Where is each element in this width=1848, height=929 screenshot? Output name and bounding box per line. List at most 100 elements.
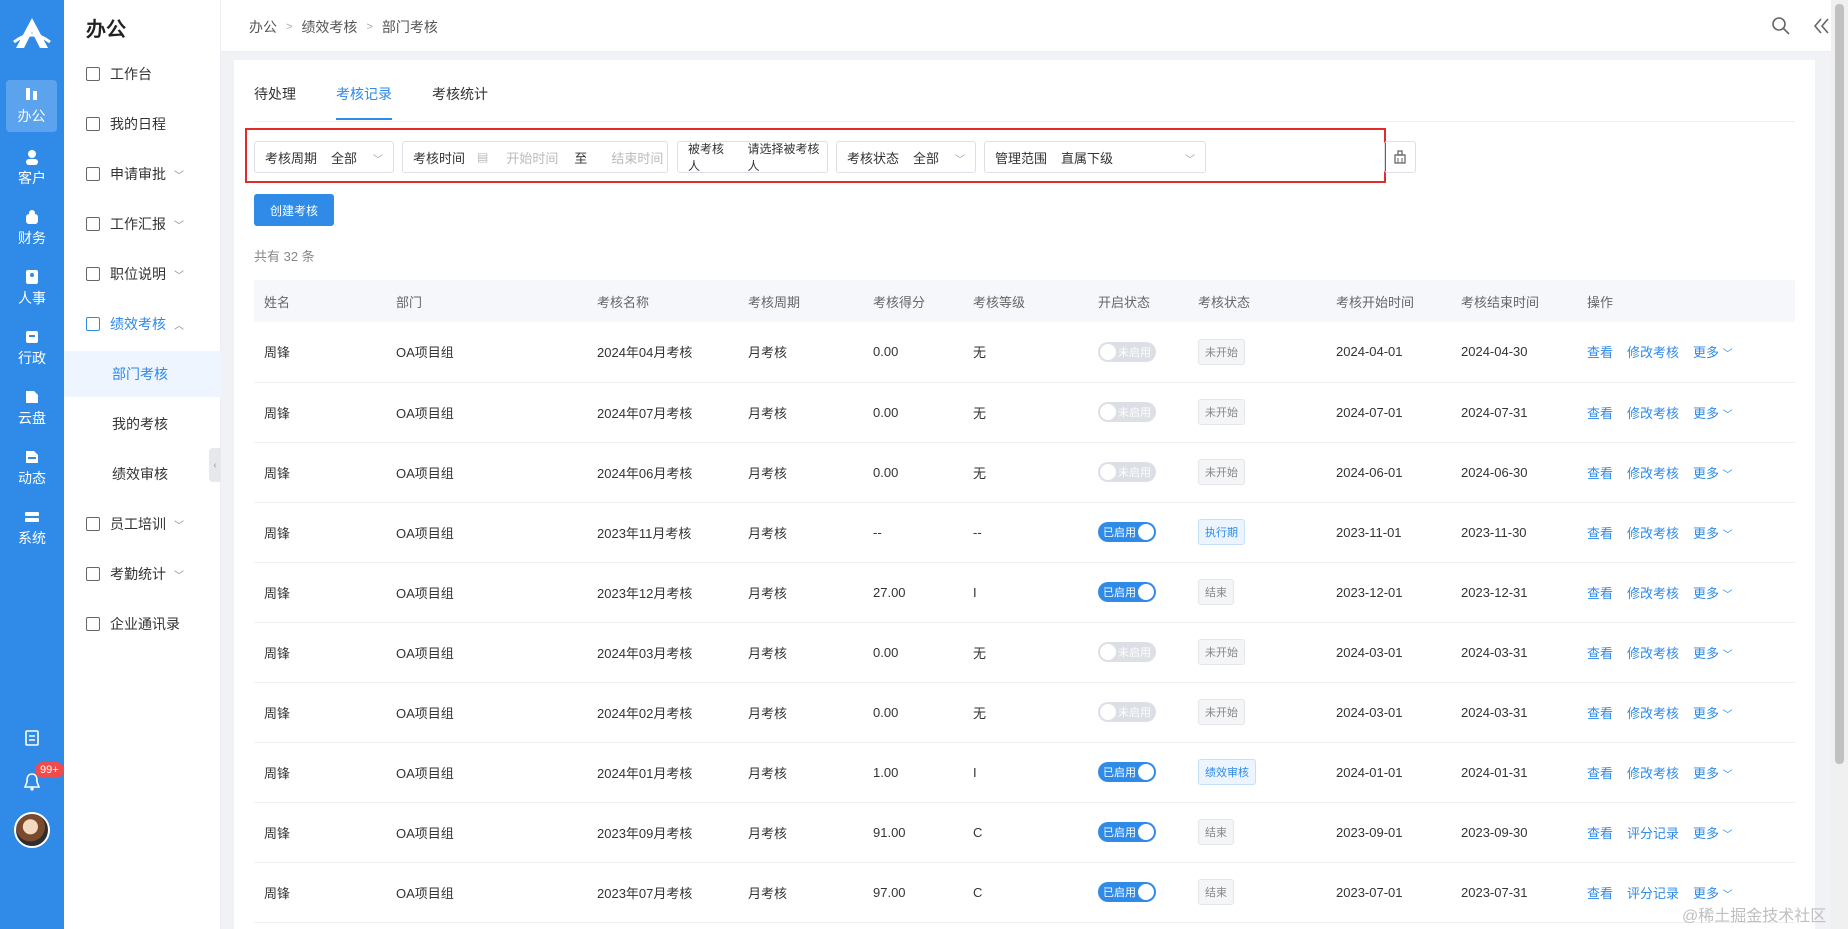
rail-item-finance[interactable]: 财务 bbox=[0, 200, 64, 256]
edit-link[interactable]: 修改考核 bbox=[1627, 766, 1679, 781]
status-select[interactable]: 考核状态 全部 ﹀ bbox=[836, 141, 976, 173]
chevron-down-icon: ﹀ bbox=[1722, 409, 1733, 421]
sidebar-item-workbench[interactable]: 工作台 bbox=[64, 51, 221, 97]
create-assessment-button[interactable]: 创建考核 bbox=[254, 194, 334, 226]
more-label: 更多 bbox=[1693, 525, 1720, 541]
view-link[interactable]: 查看 bbox=[1587, 586, 1613, 601]
rail-item-customer[interactable]: 客户 bbox=[0, 140, 64, 196]
sidebar-item-training[interactable]: 员工培训 ﹀ bbox=[64, 501, 221, 547]
cell-enabled: 未启用 bbox=[1088, 442, 1188, 503]
view-link[interactable]: 查看 bbox=[1587, 526, 1613, 541]
enable-toggle[interactable]: 已启用 bbox=[1098, 762, 1156, 782]
more-dropdown[interactable]: 更多 ﹀ bbox=[1693, 345, 1733, 360]
sidebar-item-performance[interactable]: 绩效考核 ︿ bbox=[64, 301, 221, 347]
edit-link[interactable]: 修改考核 bbox=[1627, 526, 1679, 541]
more-dropdown[interactable]: 更多 ﹀ bbox=[1693, 826, 1733, 841]
breadcrumb-item[interactable]: 办公 bbox=[249, 17, 277, 37]
enable-toggle[interactable]: 已启用 bbox=[1098, 882, 1156, 902]
range-separator: 至 bbox=[574, 150, 588, 166]
edit-link[interactable]: 修改考核 bbox=[1627, 706, 1679, 721]
assessee-select[interactable]: 被考核人 请选择被考核人 bbox=[677, 141, 828, 173]
avatar[interactable] bbox=[14, 812, 50, 848]
vertical-scrollbar[interactable] bbox=[1831, 0, 1848, 929]
sidebar-item-position[interactable]: 职位说明 ﹀ bbox=[64, 251, 221, 297]
edit-link[interactable]: 评分记录 bbox=[1627, 826, 1679, 841]
status-badge: 未开始 bbox=[1198, 459, 1245, 485]
collapse-icon[interactable] bbox=[1811, 16, 1831, 36]
view-link[interactable]: 查看 bbox=[1587, 345, 1613, 360]
view-link[interactable]: 查看 bbox=[1587, 646, 1613, 661]
period-select[interactable]: 考核周期 全部 ﹀ bbox=[254, 141, 394, 173]
view-link[interactable]: 查看 bbox=[1587, 406, 1613, 421]
enable-toggle[interactable]: 已启用 bbox=[1098, 582, 1156, 602]
view-link[interactable]: 查看 bbox=[1587, 706, 1613, 721]
end-time-input[interactable]: 结束时间 bbox=[611, 148, 663, 167]
chevron-down-icon: ﹀ bbox=[1722, 769, 1733, 781]
breadcrumb: 办公 > 绩效考核 > 部门考核 bbox=[249, 17, 438, 37]
enable-toggle[interactable]: 未启用 bbox=[1098, 702, 1156, 722]
edit-link[interactable]: 修改考核 bbox=[1627, 406, 1679, 421]
cell-status: 未开始 bbox=[1188, 322, 1326, 383]
view-link[interactable]: 查看 bbox=[1587, 466, 1613, 481]
sidebar-item-report[interactable]: 工作汇报 ﹀ bbox=[64, 201, 221, 247]
app-logo[interactable] bbox=[10, 12, 54, 56]
cell-name: 周锋 bbox=[254, 862, 386, 923]
more-dropdown[interactable]: 更多 ﹀ bbox=[1693, 766, 1733, 781]
sidebar-item-performance-review[interactable]: 绩效审核 bbox=[64, 451, 221, 497]
rail-item-cloud[interactable]: 云盘 bbox=[0, 380, 64, 436]
status-badge: 绩效审核 bbox=[1198, 759, 1256, 785]
more-dropdown[interactable]: 更多 ﹀ bbox=[1693, 526, 1733, 541]
edit-link[interactable]: 修改考核 bbox=[1627, 345, 1679, 360]
sidebar-item-dept-assessment[interactable]: 部门考核 bbox=[64, 351, 221, 397]
col-enabled: 开启状态 bbox=[1088, 280, 1188, 322]
rail-item-office[interactable]: 办公 bbox=[6, 80, 57, 132]
edit-link[interactable]: 修改考核 bbox=[1627, 466, 1679, 481]
clear-filter-button[interactable] bbox=[1384, 141, 1416, 173]
edit-link[interactable]: 修改考核 bbox=[1627, 646, 1679, 661]
view-link[interactable]: 查看 bbox=[1587, 886, 1613, 901]
more-dropdown[interactable]: 更多 ﹀ bbox=[1693, 886, 1733, 901]
tab-statistics[interactable]: 考核统计 bbox=[432, 84, 488, 120]
rail-item-admin[interactable]: 行政 bbox=[0, 320, 64, 376]
sidebar-item-approval[interactable]: 申请审批 ﹀ bbox=[64, 151, 221, 197]
sidebar-item-directory[interactable]: 企业通讯录 bbox=[64, 601, 221, 647]
enable-toggle[interactable]: 未启用 bbox=[1098, 642, 1156, 662]
enable-toggle[interactable]: 未启用 bbox=[1098, 341, 1156, 362]
cell-start: 2024-03-01 bbox=[1326, 622, 1451, 683]
more-dropdown[interactable]: 更多 ﹀ bbox=[1693, 706, 1733, 721]
edit-link[interactable]: 评分记录 bbox=[1627, 886, 1679, 901]
rail-item-hr[interactable]: 人事 bbox=[0, 260, 64, 316]
search-icon[interactable] bbox=[1771, 16, 1791, 36]
sidebar-item-my-assessment[interactable]: 我的考核 bbox=[64, 401, 221, 447]
cell-status: 未开始 bbox=[1188, 382, 1326, 443]
enable-toggle[interactable]: 未启用 bbox=[1098, 462, 1156, 482]
tab-records[interactable]: 考核记录 bbox=[336, 84, 392, 120]
view-link[interactable]: 查看 bbox=[1587, 826, 1613, 841]
tab-pending[interactable]: 待处理 bbox=[254, 84, 296, 120]
sidebar-item-schedule[interactable]: 我的日程 bbox=[64, 101, 221, 147]
cell-name: 周锋 bbox=[254, 802, 386, 863]
view-link[interactable]: 查看 bbox=[1587, 766, 1613, 781]
rail-item-activity[interactable]: 动态 bbox=[0, 440, 64, 496]
cell-actions: 查看 修改考核 更多 ﹀ bbox=[1577, 322, 1795, 383]
start-time-input[interactable]: 开始时间 bbox=[506, 148, 558, 167]
more-dropdown[interactable]: 更多 ﹀ bbox=[1693, 466, 1733, 481]
cell-score: 0.00 bbox=[863, 442, 963, 503]
scope-select[interactable]: 管理范围 直属下级 ﹀ bbox=[984, 141, 1206, 173]
cell-end: 2024-03-31 bbox=[1451, 682, 1577, 743]
enable-toggle[interactable]: 已启用 bbox=[1098, 522, 1156, 542]
breadcrumb-item[interactable]: 绩效考核 bbox=[301, 17, 357, 37]
cell-dept: OA项目组 bbox=[386, 382, 587, 443]
notes-icon[interactable] bbox=[0, 730, 64, 746]
sidebar-item-attendance[interactable]: 考勤统计 ﹀ bbox=[64, 551, 221, 597]
edit-link[interactable]: 修改考核 bbox=[1627, 586, 1679, 601]
time-range-picker[interactable]: 考核时间 ▤ 开始时间 至 结束时间 bbox=[402, 141, 668, 173]
enable-toggle[interactable]: 已启用 bbox=[1098, 822, 1156, 842]
sidebar-collapse-button[interactable]: ‹ bbox=[209, 448, 221, 482]
enable-toggle[interactable]: 未启用 bbox=[1098, 402, 1156, 422]
more-dropdown[interactable]: 更多 ﹀ bbox=[1693, 646, 1733, 661]
rail-item-system[interactable]: 系统 bbox=[0, 500, 64, 556]
more-dropdown[interactable]: 更多 ﹀ bbox=[1693, 406, 1733, 421]
system-icon bbox=[25, 511, 39, 522]
more-dropdown[interactable]: 更多 ﹀ bbox=[1693, 586, 1733, 601]
